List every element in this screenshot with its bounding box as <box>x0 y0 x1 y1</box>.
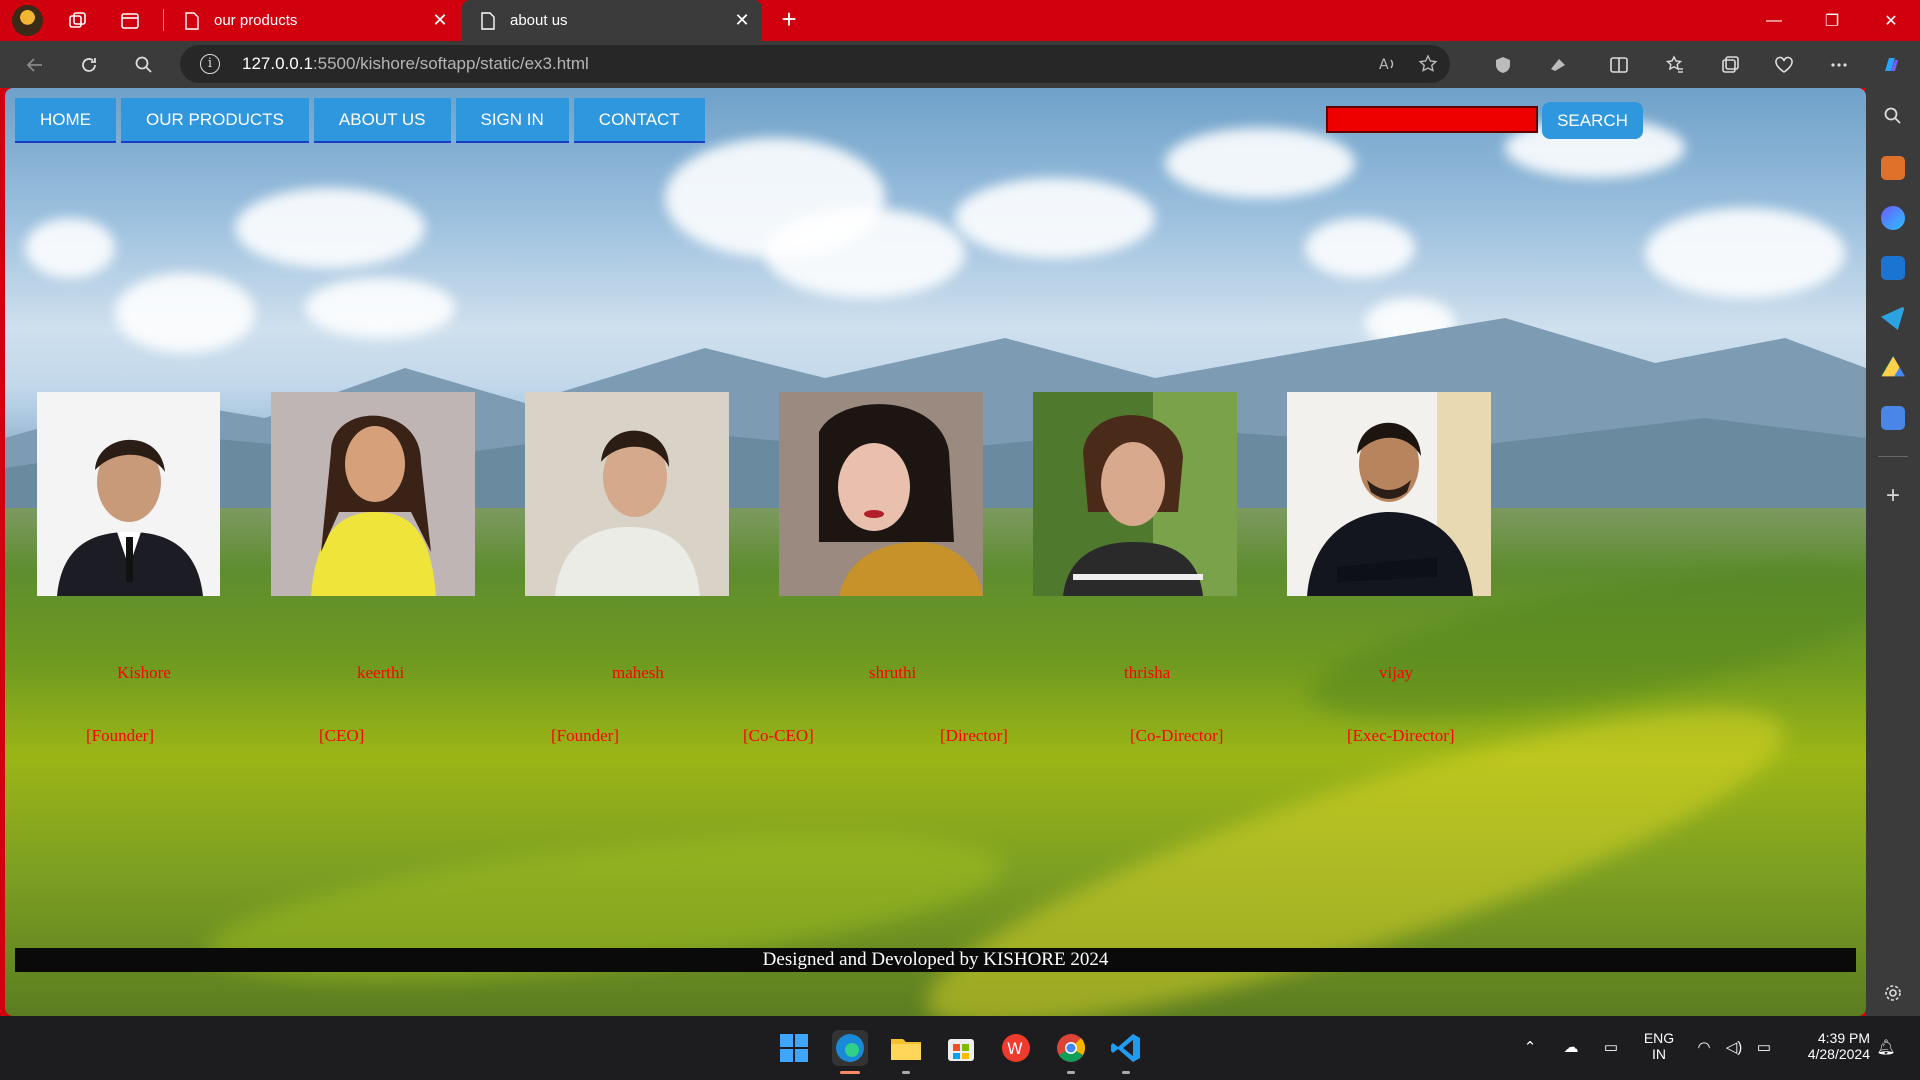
windows-start-icon[interactable] <box>776 1030 812 1066</box>
restore-button[interactable]: ❐ <box>1803 0 1861 41</box>
edge-sidebar: + <box>1866 88 1920 1016</box>
team-name-thrisha: thrisha <box>1124 663 1171 682</box>
team-name-keerthi: keerthi <box>357 663 405 682</box>
add-icon[interactable]: + <box>1878 481 1908 511</box>
team-photo-kishore <box>37 392 220 596</box>
drive-icon[interactable] <box>1881 356 1905 377</box>
sidebar-search-icon[interactable] <box>1878 101 1908 131</box>
vscode-icon[interactable] <box>1108 1030 1144 1066</box>
team-photo-shruthi <box>779 392 983 596</box>
sidebar-divider <box>1878 456 1908 457</box>
translate-icon[interactable] <box>1881 406 1905 430</box>
svg-text:A: A <box>1379 57 1389 73</box>
refresh-icon[interactable] <box>74 50 104 80</box>
workspaces-icon[interactable] <box>67 10 89 32</box>
touch-keyboard-icon[interactable]: ▭ <box>1601 1038 1621 1058</box>
close-icon[interactable]: ✕ <box>420 10 460 31</box>
page-icon <box>185 11 199 30</box>
outlook-icon[interactable] <box>1881 256 1905 280</box>
team-role: [Co-Director] <box>1130 726 1224 745</box>
shield-icon[interactable] <box>1488 50 1518 80</box>
site-info-icon[interactable]: i <box>200 54 220 74</box>
team-name-shruthi: shruthi <box>869 663 917 682</box>
tab-divider <box>163 9 164 31</box>
team-name-mahesh: mahesh <box>612 663 664 682</box>
team-role: [Director] <box>940 726 1008 745</box>
battery-icon[interactable]: ▭ <box>1754 1038 1774 1058</box>
telegram-icon[interactable] <box>1881 306 1905 330</box>
team-name-vijay: vijay <box>1379 663 1413 682</box>
chrome-icon[interactable] <box>1053 1030 1089 1066</box>
team-photo-thrisha <box>1033 392 1237 596</box>
vertical-tabs-icon[interactable] <box>119 10 141 32</box>
language-indicator[interactable]: ENG IN <box>1643 1030 1675 1062</box>
more-options-icon[interactable] <box>1824 50 1854 80</box>
microsoft-store-icon[interactable] <box>943 1030 979 1066</box>
chevron-up-icon[interactable]: ⌃ <box>1520 1038 1540 1058</box>
tab-title: about us <box>510 12 568 29</box>
team-role: [Co-CEO] <box>743 726 814 745</box>
team-photo-keerthi <box>271 392 475 596</box>
tab-our-products[interactable]: our products ✕ <box>166 0 460 41</box>
page-footer: Designed and Devoloped by KISHORE 2024 <box>15 948 1856 972</box>
team-photo-vijay <box>1287 392 1491 596</box>
search-button[interactable]: SEARCH <box>1542 102 1643 139</box>
page-icon <box>481 11 495 30</box>
team-role: [Founder] <box>86 726 154 745</box>
copilot-icon[interactable] <box>1876 50 1906 80</box>
favorite-star-icon[interactable] <box>1413 49 1443 79</box>
read-aloud-icon[interactable]: A <box>1372 49 1402 79</box>
window-close-button[interactable]: ✕ <box>1862 0 1920 41</box>
nav-our-products[interactable]: OUR PRODUCTS <box>121 98 309 143</box>
edge-app-icon[interactable] <box>832 1030 868 1066</box>
clock[interactable]: 4:39 PM 4/28/2024 <box>1790 1030 1870 1062</box>
new-tab-button[interactable]: + <box>776 6 802 33</box>
url-text: 127.0.0.1:5500/kishore/softapp/static/ex… <box>242 54 589 73</box>
team-role: [Founder] <box>551 726 619 745</box>
windows-taskbar: W ⌃ ☁ ▭ ENG IN ◠ ◁) ▭ 4:39 PM 4/28/2024 … <box>0 1016 1920 1080</box>
tab-about-us[interactable]: about us ✕ <box>462 0 762 41</box>
extension-icon[interactable] <box>1543 50 1573 80</box>
close-icon[interactable]: ✕ <box>722 10 762 31</box>
favorites-icon[interactable] <box>1660 50 1690 80</box>
search-icon[interactable] <box>129 50 159 80</box>
team-photo-mahesh <box>525 392 729 596</box>
settings-gear-icon[interactable] <box>1878 978 1908 1008</box>
browser-essentials-icon[interactable] <box>1769 50 1799 80</box>
team-role: [CEO] <box>319 726 365 745</box>
tab-strip: our products ✕ about us ✕ + — ❐ ✕ <box>0 0 1920 41</box>
browser-toolbar: i 127.0.0.1:5500/kishore/softapp/static/… <box>0 41 1920 88</box>
wps-office-icon[interactable]: W <box>998 1030 1034 1066</box>
team-name-kishore: Kishore <box>117 663 171 682</box>
nav-home[interactable]: HOME <box>15 98 116 143</box>
split-screen-icon[interactable] <box>1604 50 1634 80</box>
open-app-indicator <box>1067 1071 1075 1074</box>
nav-contact[interactable]: CONTACT <box>573 98 705 143</box>
wifi-icon[interactable]: ◠ <box>1694 1038 1714 1058</box>
minimize-button[interactable]: — <box>1745 0 1803 41</box>
nav-about-us[interactable]: ABOUT US <box>313 98 451 143</box>
team-role: [Exec-Director] <box>1347 726 1455 745</box>
main-nav: HOME OUR PRODUCTS ABOUT US SIGN IN CONTA… <box>15 98 710 143</box>
open-app-indicator <box>902 1071 910 1074</box>
back-icon[interactable] <box>20 50 50 80</box>
tools-icon[interactable] <box>1881 156 1905 180</box>
open-app-indicator <box>1122 1071 1130 1074</box>
active-app-indicator <box>840 1071 860 1074</box>
copilot-sidebar-icon[interactable] <box>1881 206 1905 230</box>
page-viewport: HOME OUR PRODUCTS ABOUT US SIGN IN CONTA… <box>5 88 1866 1016</box>
file-explorer-icon[interactable] <box>888 1030 924 1066</box>
volume-icon[interactable]: ◁) <box>1724 1038 1744 1058</box>
nav-sign-in[interactable]: SIGN IN <box>455 98 569 143</box>
svg-text:W: W <box>1007 1039 1023 1058</box>
notification-bell-icon[interactable]: 🔔︎ <box>1876 1038 1896 1058</box>
profile-avatar[interactable] <box>12 5 43 36</box>
search-input[interactable] <box>1326 106 1538 133</box>
tab-title: our products <box>214 12 298 29</box>
onedrive-cloud-icon[interactable]: ☁ <box>1561 1038 1581 1058</box>
address-bar[interactable]: i 127.0.0.1:5500/kishore/softapp/static/… <box>180 45 1450 83</box>
collections-icon[interactable] <box>1715 50 1745 80</box>
